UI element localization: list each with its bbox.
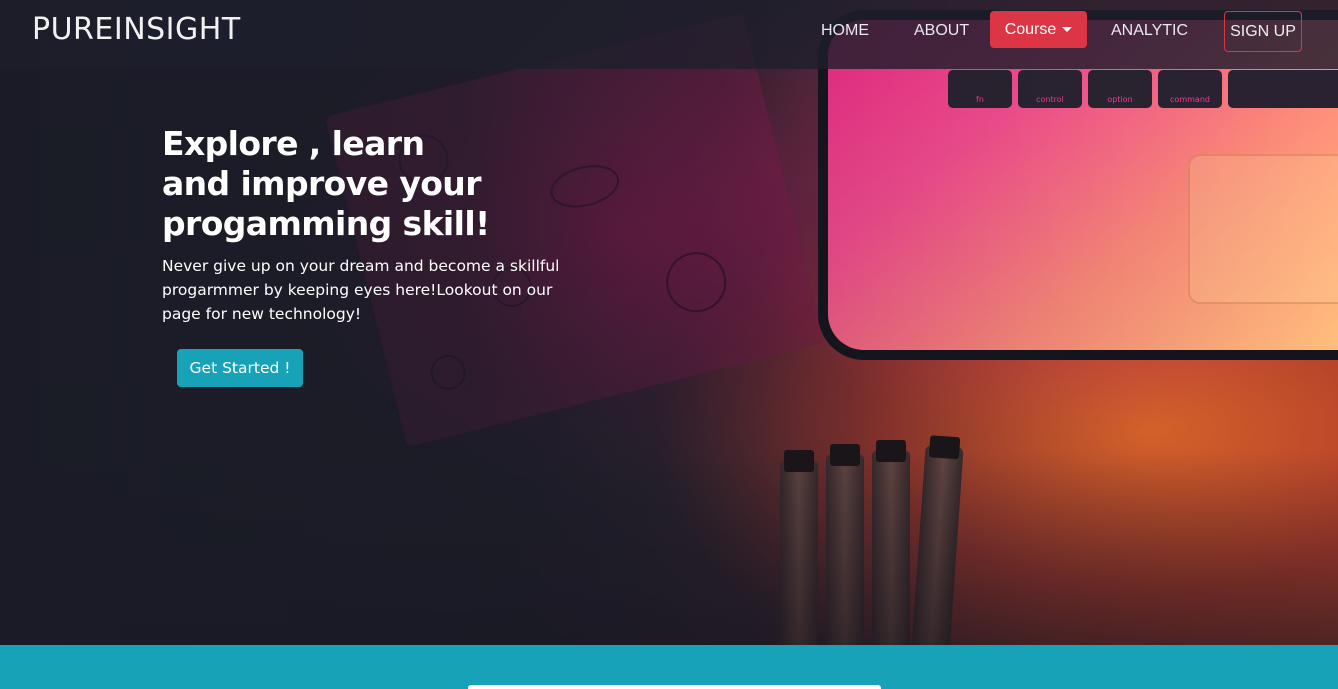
section-card-top [468, 685, 881, 689]
nav-course-dropdown[interactable]: Course [990, 11, 1087, 48]
nav-home-link[interactable]: HOME [821, 22, 869, 40]
hero-subtext: Never give up on your dream and become a… [162, 257, 560, 323]
section-band [0, 645, 1338, 689]
landing-page: fn control option command PUREINSIGHT HO… [0, 0, 1338, 689]
nav-analytic-link[interactable]: ANALYTIC [1111, 22, 1188, 40]
top-navbar: PUREINSIGHT HOME ABOUT Course ANALYTIC S… [0, 0, 1338, 69]
nav-course-label: Course [1004, 20, 1057, 38]
brand-logo[interactable]: PUREINSIGHT [32, 12, 241, 47]
caret-down-icon [1062, 27, 1073, 32]
nav-about-link[interactable]: ABOUT [914, 22, 969, 40]
signup-button[interactable]: SIGN UP [1224, 11, 1302, 52]
hero-headline: Explore , learn and improve your progamm… [162, 124, 490, 243]
get-started-button[interactable]: Get Started ! [177, 349, 303, 387]
